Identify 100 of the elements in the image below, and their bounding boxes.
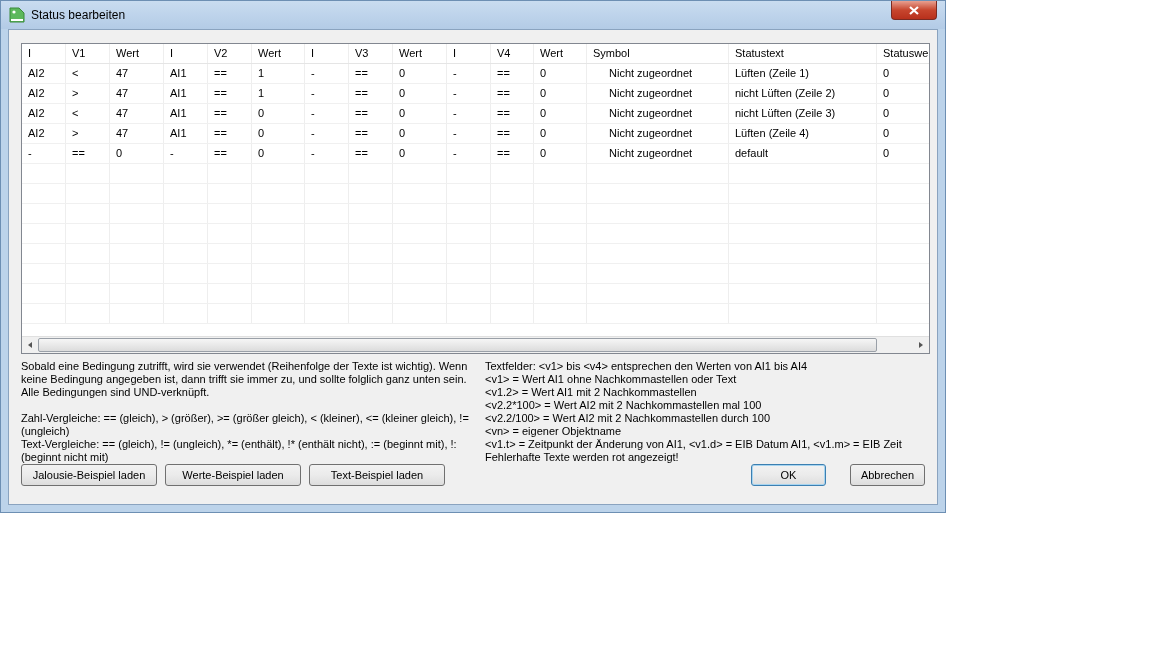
- table-cell: AI2: [22, 124, 66, 143]
- table-cell: AI1: [164, 64, 208, 83]
- help-text: <vn> = eigener Objektname: [485, 425, 623, 438]
- help-text: Textfelder: <v1> bis <v4> entsprechen den Werten von AI1 bis AI4: [485, 360, 809, 373]
- load-example-button[interactable]: Werte-Beispiel laden: [165, 464, 301, 486]
- table-cell: ==: [349, 64, 393, 83]
- app-icon: [9, 7, 25, 23]
- help-text: <v1.t> = Zeitpunkt der Änderung von AI1, <v1.d> = EIB Datum AI1, <v1.m> = EIB Zeit: [485, 438, 903, 451]
- table-cell: <: [66, 104, 110, 123]
- table-cell: -: [447, 64, 491, 83]
- column-header[interactable]: V3: [349, 44, 393, 63]
- table-cell: 0: [393, 64, 447, 83]
- table-cell: Nicht zugeordnet: [587, 124, 729, 143]
- table-cell: 0: [252, 104, 305, 123]
- column-header[interactable]: Wert: [110, 44, 164, 63]
- table-cell: AI2: [22, 64, 66, 83]
- table-cell: >: [66, 124, 110, 143]
- help-text: <v2.2/100> = Wert AI2 mit 2 Nachkommastellen durch 100: [485, 412, 772, 425]
- table-cell: ==: [349, 144, 393, 163]
- column-header[interactable]: Wert: [393, 44, 447, 63]
- table-cell: 0: [110, 144, 164, 163]
- table-cell: 0: [393, 84, 447, 103]
- table-cell: ==: [491, 64, 534, 83]
- help-text: Zahl-Vergleiche: == (gleich), > (größer), >= (größer gleich), < (kleiner), <= (kleiner gleich), != (ungleich): [21, 412, 470, 438]
- table-cell: AI2: [22, 84, 66, 103]
- close-icon: [909, 5, 919, 15]
- table-cell: ==: [208, 84, 252, 103]
- column-header[interactable]: I: [164, 44, 208, 63]
- table-cell: -: [305, 104, 349, 123]
- table-cell: AI1: [164, 124, 208, 143]
- table-cell: ==: [208, 124, 252, 143]
- load-example-button[interactable]: Text-Beispiel laden: [309, 464, 445, 486]
- column-header[interactable]: I: [305, 44, 349, 63]
- table-cell: -: [447, 144, 491, 163]
- table-cell: 0: [877, 64, 929, 83]
- column-header[interactable]: Statustext: [729, 44, 877, 63]
- table-cell: 47: [110, 124, 164, 143]
- table-cell: 0: [534, 124, 587, 143]
- table-cell: >: [66, 84, 110, 103]
- table-cell: 47: [110, 64, 164, 83]
- help-text: Fehlerhafte Texte werden rot angezeigt!: [485, 451, 680, 464]
- column-header[interactable]: V2: [208, 44, 252, 63]
- table-cell: Nicht zugeordnet: [587, 84, 729, 103]
- column-header[interactable]: I: [22, 44, 66, 63]
- help-text: Sobald eine Bedingung zutrifft, wird sie verwendet (Reihenfolge der Texte ist wichtig). Wenn keine Bedingung angegeben ist, dann trifft sie immer zu, und sollte folglich ganz unten sein. Alle Bedingungen sind UND-verknüpft.: [21, 360, 469, 399]
- table-cell: 1: [252, 84, 305, 103]
- table-cell: ==: [208, 104, 252, 123]
- table-cell: AI1: [164, 104, 208, 123]
- table-cell: <: [66, 64, 110, 83]
- scroll-right-icon[interactable]: [917, 341, 925, 349]
- dialog-button[interactable]: OK: [751, 464, 826, 486]
- table-cell: ==: [349, 124, 393, 143]
- table-cell: AI1: [164, 84, 208, 103]
- horizontal-scrollbar[interactable]: [22, 336, 929, 353]
- table-cell: ==: [491, 144, 534, 163]
- table-cell: 47: [110, 104, 164, 123]
- table-cell: -: [305, 124, 349, 143]
- table-cell: ==: [349, 104, 393, 123]
- column-header[interactable]: I: [447, 44, 491, 63]
- table-cell: 0: [534, 144, 587, 163]
- table-cell: ==: [208, 144, 252, 163]
- table-cell: ==: [491, 124, 534, 143]
- table-cell: -: [22, 144, 66, 163]
- table-cell: Lüften (Zeile 4): [729, 124, 877, 143]
- table-cell: 0: [877, 144, 929, 163]
- help-text: <v2.2*100> = Wert AI2 mit 2 Nachkommastellen mal 100: [485, 399, 763, 412]
- table-cell: ==: [349, 84, 393, 103]
- column-header[interactable]: Wert: [252, 44, 305, 63]
- table-cell: 0: [252, 144, 305, 163]
- table-cell: -: [447, 104, 491, 123]
- column-header[interactable]: V4: [491, 44, 534, 63]
- column-header[interactable]: Symbol: [587, 44, 729, 63]
- table-cell: -: [164, 144, 208, 163]
- table-cell: 0: [877, 104, 929, 123]
- column-header[interactable]: V1: [66, 44, 110, 63]
- table-cell: -: [305, 144, 349, 163]
- load-example-button[interactable]: Jalousie-Beispiel laden: [21, 464, 157, 486]
- table-cell: Nicht zugeordnet: [587, 104, 729, 123]
- table-cell: Lüften (Zeile 1): [729, 64, 877, 83]
- table-cell: 0: [393, 144, 447, 163]
- scrollbar-thumb[interactable]: [38, 338, 877, 352]
- help-text: <v1> = Wert AI1 ohne Nachkommastellen oder Text: [485, 373, 738, 386]
- table-cell: default: [729, 144, 877, 163]
- table-cell: nicht Lüften (Zeile 2): [729, 84, 877, 103]
- table-cell: 0: [534, 104, 587, 123]
- table-cell: 0: [877, 84, 929, 103]
- close-button[interactable]: [891, 1, 937, 20]
- scroll-left-icon[interactable]: [26, 341, 34, 349]
- table-cell: -: [305, 84, 349, 103]
- column-header[interactable]: Wert: [534, 44, 587, 63]
- window-title: Status bearbeiten: [31, 8, 126, 22]
- table-cell: ==: [208, 64, 252, 83]
- dialog-button[interactable]: Abbrechen: [850, 464, 925, 486]
- column-header[interactable]: Statuswe: [877, 44, 929, 63]
- table-cell: -: [447, 124, 491, 143]
- help-text: <v1.2> = Wert AI1 mit 2 Nachkommastellen: [485, 386, 698, 399]
- table-cell: 0: [393, 104, 447, 123]
- table-cell: ==: [66, 144, 110, 163]
- table-cell: ==: [491, 104, 534, 123]
- table-cell: -: [305, 64, 349, 83]
